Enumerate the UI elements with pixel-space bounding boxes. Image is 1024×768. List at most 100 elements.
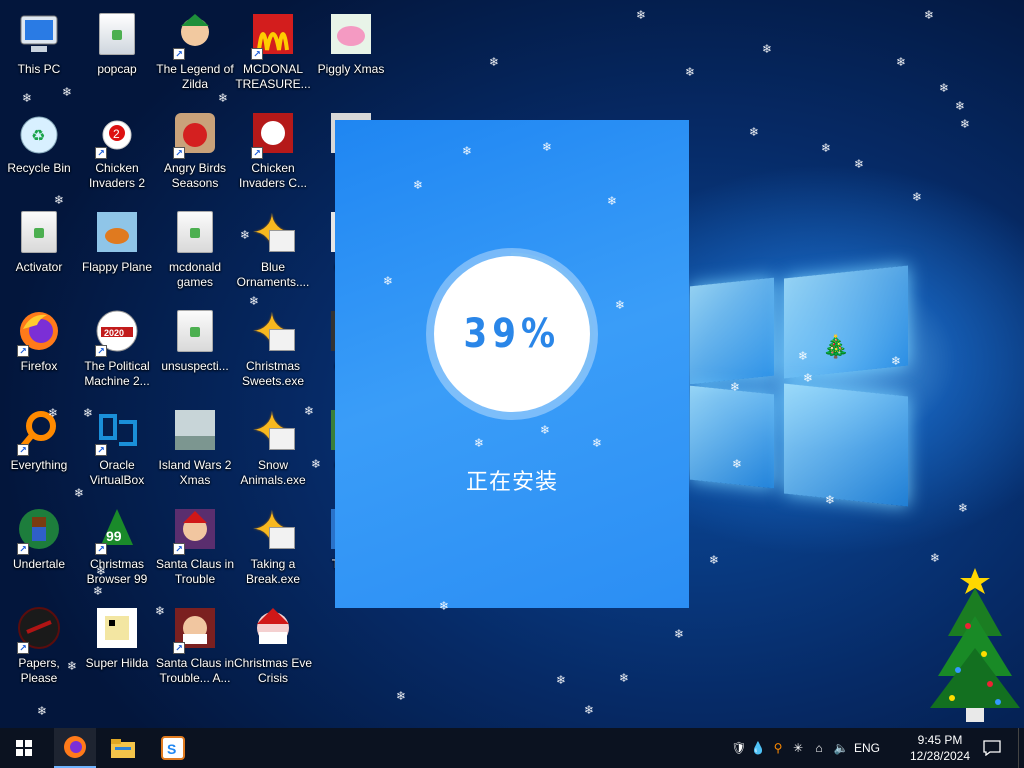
folder-icon (171, 208, 219, 256)
taskbar-file-explorer[interactable] (102, 728, 144, 768)
language-indicator[interactable]: ENG (852, 741, 882, 755)
icon-label: Super Hilda (85, 656, 149, 670)
snowflake-icon: ❄ (960, 117, 971, 131)
snowflake-icon: ❄ (584, 703, 595, 717)
desktop-icon-christmas-eve-crisis[interactable]: Christmas Eve Crisis (234, 598, 312, 694)
desktop-icon-mcdonal-treasure[interactable]: ↗ MCDONAL TREASURE... (234, 4, 312, 100)
taskbar-installer[interactable]: S (150, 728, 196, 768)
snowflake-icon: ❄ (83, 406, 94, 420)
icon-label: Everything (10, 458, 68, 472)
folder-icon (171, 307, 219, 355)
svg-text:S: S (167, 741, 176, 757)
icon-label: Christmas Browser 99 (86, 557, 148, 586)
snowflake-icon: ❄ (240, 228, 251, 242)
snowflake-icon: ❄ (249, 294, 260, 308)
desktop-icon-christmas-sweets[interactable]: Christmas Sweets.exe (234, 301, 312, 397)
snowflake-icon: ❄ (912, 190, 923, 204)
mcdonalds-icon: ↗ (249, 10, 297, 60)
installer-window[interactable]: 39% 正在安装 (335, 120, 689, 608)
desktop-icon-santa-claus-trouble[interactable]: ↗ Santa Claus in Trouble (156, 499, 234, 595)
desktop-icon-recycle-bin[interactable]: ♻ Recycle Bin (0, 103, 78, 199)
snowflake-tray-icon[interactable]: ✳ (788, 741, 808, 755)
chicken-icon: 2 ↗ (93, 109, 141, 159)
icon-label: Activator (15, 260, 63, 274)
desktop-icon-angry-birds-seasons[interactable]: ↗ Angry Birds Seasons (156, 103, 234, 199)
desktop-icon-political-machine[interactable]: 2020 ↗ The Political Machine 2... (78, 301, 156, 397)
folder-icon (93, 10, 141, 58)
icon-label: Recycle Bin (7, 161, 71, 175)
snowflake-icon: ❄ (749, 125, 760, 139)
desktop-icon-taking-a-break[interactable]: Taking a Break.exe (234, 499, 312, 595)
clock[interactable]: 9:45 PM 12/28/2024 (905, 732, 975, 764)
snowflake-icon: ❄ (709, 553, 720, 567)
desktop-icon-blue-ornaments[interactable]: Blue Ornaments.... (234, 202, 312, 298)
virtualbox-icon: ↗ (93, 406, 141, 456)
desktop-icon-piggly-xmas[interactable]: Piggly Xmas (312, 4, 390, 100)
snowflake-icon: ❄ (891, 354, 902, 368)
show-desktop-button[interactable] (1018, 728, 1024, 768)
snowflake-icon: ❄ (311, 457, 322, 471)
snowflake-icon: ❄ (685, 65, 696, 79)
desktop-icon-super-hilda[interactable]: Super Hilda (78, 598, 156, 694)
snowflake-icon: ❄ (955, 99, 966, 113)
everything-tray-icon[interactable]: ⚲ (768, 741, 788, 755)
desktop-icon-mcdonald-games[interactable]: mcdonald games (156, 202, 234, 298)
start-button[interactable] (0, 728, 48, 768)
icon-label: popcap (97, 62, 137, 76)
icon-label: The Legend of Zilda (156, 62, 234, 91)
icon-label: Oracle VirtualBox (89, 458, 145, 487)
snowflake-icon: ❄ (155, 604, 166, 618)
desktop-icon-undertale[interactable]: ↗ Undertale (0, 499, 78, 595)
desktop-icon-chicken-invaders-c[interactable]: ↗ Chicken Invaders C... (234, 103, 312, 199)
desktop-icon-popcap[interactable]: popcap (78, 4, 156, 100)
star-exe-icon (249, 501, 297, 559)
droplet-tray-icon[interactable]: 💧 (748, 741, 768, 755)
desktop-icon-activator[interactable]: Activator (0, 202, 78, 298)
taskbar-firefox[interactable] (54, 728, 96, 768)
snowflake-icon: ❄ (439, 599, 450, 613)
security-tray-icon[interactable]: 🛡 (730, 741, 748, 755)
action-center-button[interactable] (980, 728, 1004, 768)
snowflake-icon: ❄ (592, 436, 603, 450)
snowflake-icon: ❄ (798, 349, 809, 363)
snowflake-icon: ❄ (540, 423, 551, 437)
snowflake-icon: ❄ (636, 8, 647, 22)
snowflake-icon: ❄ (762, 42, 773, 56)
star-exe-icon (249, 204, 297, 262)
icon-label: Santa Claus in Trouble (155, 557, 235, 586)
desktop-icon-chicken-invaders-2[interactable]: 2 ↗ Chicken Invaders 2 (78, 103, 156, 199)
desktop-icon-island-wars[interactable]: Island Wars 2 Xmas (156, 400, 234, 496)
snowflake-icon: ❄ (489, 55, 500, 69)
install-status: 正在安装 (465, 469, 558, 494)
papers-please-icon: ↗ (15, 604, 63, 654)
desktop-icon-everything[interactable]: ↗ Everything (0, 400, 78, 496)
icon-label: The Political Machine 2... (84, 359, 150, 388)
snowflake-icon: ❄ (615, 298, 626, 312)
angry-birds-icon: ↗ (171, 109, 219, 159)
snowflake-icon: ❄ (396, 689, 407, 703)
icon-label: Christmas Sweets.exe (241, 359, 305, 388)
desktop-icon-firefox[interactable]: ↗ Firefox (0, 301, 78, 397)
desktop-icon-unsuspecting[interactable]: unsuspecti... (156, 301, 234, 397)
snowflake-icon: ❄ (854, 157, 865, 171)
desktop-icon-flappy-plane[interactable]: Flappy Plane (78, 202, 156, 298)
snowflake-icon: ❄ (218, 91, 229, 105)
desktop-icon-santa-claus-trouble-again[interactable]: ↗ Santa Claus in Trouble... A... (156, 598, 234, 694)
snowflake-icon: ❄ (462, 144, 473, 158)
icon-label: This PC (17, 62, 61, 76)
network-icon[interactable]: ⌂ (808, 741, 830, 755)
desktop-icon-snow-animals[interactable]: Snow Animals.exe (234, 400, 312, 496)
icon-label: Angry Birds Seasons (163, 161, 227, 190)
desktop-icon-legend-of-zilda[interactable]: ↗ The Legend of Zilda (156, 4, 234, 100)
desktop-icon-christmas-browser[interactable]: 99 ↗ Christmas Browser 99 (78, 499, 156, 595)
volume-icon[interactable]: 🔈 (830, 741, 852, 755)
snowflake-icon: ❄ (803, 371, 814, 385)
political-machine-icon: 2020 ↗ (93, 307, 141, 357)
icon-label: unsuspecti... (161, 359, 229, 373)
desktop-icon-papers-please[interactable]: ↗ Papers, Please (0, 598, 78, 694)
windows-start-icon (16, 740, 32, 756)
icon-label: Christmas Eve Crisis (233, 656, 313, 685)
santa-icon (249, 604, 297, 652)
icon-label: Chicken Invaders C... (238, 161, 308, 190)
zilda-icon: ↗ (171, 10, 219, 60)
